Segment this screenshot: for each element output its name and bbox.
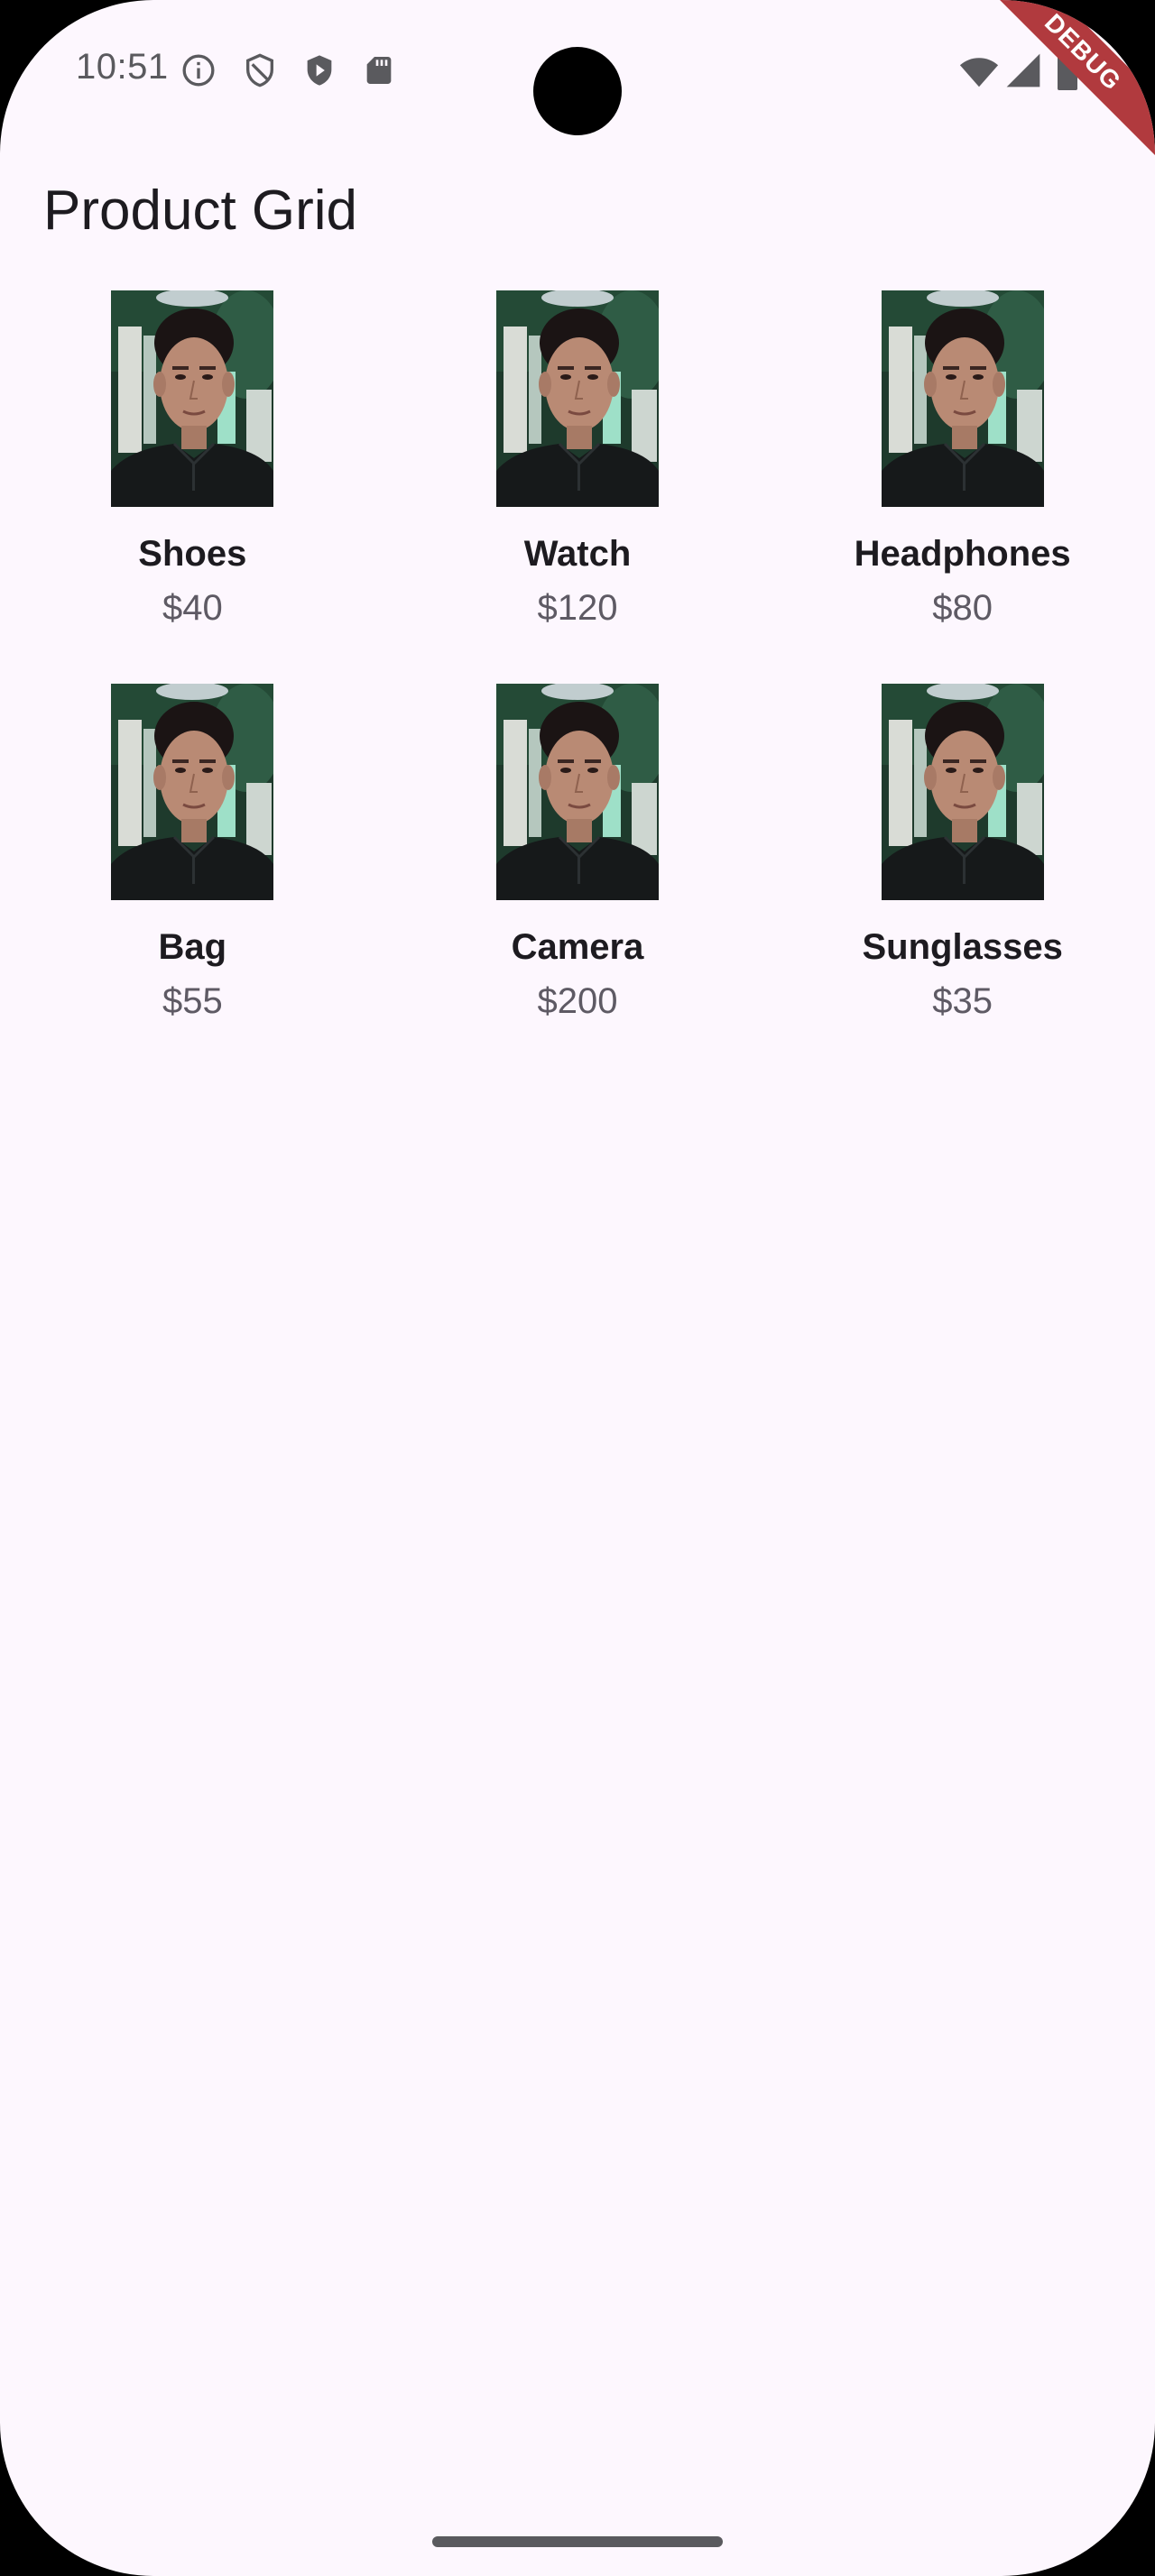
product-name: Watch <box>523 534 632 574</box>
product-price: $200 <box>537 981 618 1021</box>
product-grid: Shoes $40 Watch $120 Headphones $80 Bag … <box>0 290 1155 1077</box>
product-image <box>495 684 659 900</box>
home-indicator[interactable] <box>432 2536 723 2547</box>
product-name: Shoes <box>138 534 247 574</box>
product-card[interactable]: Camera $200 <box>385 684 771 1077</box>
product-price: $55 <box>162 981 223 1021</box>
product-image <box>881 290 1044 507</box>
product-card[interactable]: Sunglasses $35 <box>770 684 1155 1077</box>
shield-outline-icon <box>246 53 273 87</box>
product-price: $40 <box>162 588 223 628</box>
front-camera-cutout <box>533 47 622 135</box>
product-name: Bag <box>158 927 227 967</box>
product-name: Sunglasses <box>862 927 1063 967</box>
product-price: $35 <box>932 981 993 1021</box>
product-image <box>111 290 274 507</box>
page-title: Product Grid <box>43 179 358 242</box>
status-time: 10:51 <box>76 47 169 87</box>
play-shield-icon <box>307 55 332 86</box>
product-price: $80 <box>932 588 993 628</box>
signal-icon <box>1006 53 1040 87</box>
product-image <box>111 684 274 900</box>
sd-card-icon <box>366 57 392 84</box>
product-name: Camera <box>511 927 644 967</box>
product-price: $120 <box>537 588 618 628</box>
wifi-icon <box>959 58 999 87</box>
app-screen: 10:51 DEBUG Product Grid Shoes $40 Watch… <box>0 0 1155 2576</box>
product-card[interactable]: Headphones $80 <box>770 290 1155 684</box>
product-card[interactable]: Watch $120 <box>385 290 771 684</box>
product-card[interactable]: Bag $55 <box>0 684 385 1077</box>
status-bar: 10:51 DEBUG <box>0 0 1155 164</box>
product-image <box>495 290 659 507</box>
product-image <box>881 684 1044 900</box>
info-icon <box>182 54 215 87</box>
product-card[interactable]: Shoes $40 <box>0 290 385 684</box>
product-name: Headphones <box>854 534 1071 574</box>
